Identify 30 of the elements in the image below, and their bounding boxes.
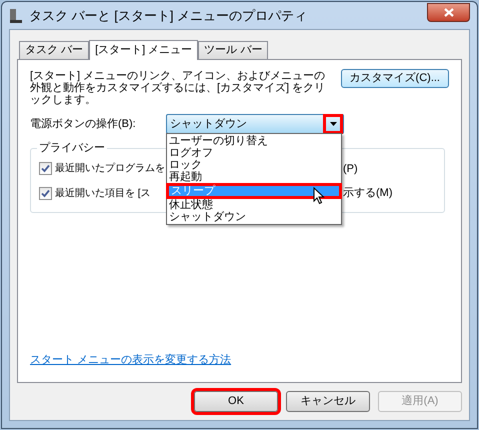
window-title: タスク バーと [スタート] メニューのプロパティ <box>29 6 308 25</box>
customize-button[interactable]: カスタマイズ(C)... <box>340 69 449 88</box>
description-text: [スタート] メニューのリンク、アイコン、およびメニューの外観と動作をカスタマイズするには、[カスタマイズ] をクリックします。 <box>30 70 326 106</box>
dropdown-option[interactable]: 再起動 <box>167 171 341 183</box>
close-icon <box>444 8 454 17</box>
dropdown-value: シャットダウン <box>170 116 248 132</box>
dropdown-option[interactable]: ログオフ <box>167 147 341 159</box>
checkbox[interactable] <box>39 162 52 176</box>
checkbox-label: 最近開いたプログラムを <box>55 162 165 176</box>
dropdown-option[interactable]: シャットダウン <box>167 211 341 223</box>
power-action-dropdown[interactable]: シャットダウン <box>166 114 344 134</box>
dropdown-option[interactable]: ユーザーの切り替え <box>167 135 341 147</box>
taskbar-icon <box>9 8 23 24</box>
close-button[interactable] <box>427 3 470 22</box>
tab[interactable]: タスク バー <box>19 41 90 59</box>
dropdown-option[interactable]: ロック <box>167 159 341 171</box>
checkbox-label: 最近開いた項目を [ス <box>55 186 151 201</box>
checkbox-label-end: 示する(M) <box>343 186 392 201</box>
dropdown-option[interactable]: 休止状態 <box>167 199 341 211</box>
power-button-label: 電源ボタンの操作(B): <box>30 116 137 132</box>
tab[interactable]: ツール バー <box>198 41 268 59</box>
tab[interactable]: [スタート] メニュー <box>89 40 198 60</box>
dialog-button[interactable]: OK <box>194 391 278 412</box>
checkbox[interactable] <box>39 186 52 200</box>
mouse-pointer-icon <box>313 187 325 205</box>
dialog-button[interactable]: キャンセル <box>286 391 370 412</box>
caret-icon <box>330 122 336 126</box>
privacy-title: プライバシー <box>38 140 106 156</box>
help-link[interactable]: スタート メニューの表示を変更する方法 <box>30 352 232 368</box>
checkbox-label-end: (P) <box>343 162 358 176</box>
